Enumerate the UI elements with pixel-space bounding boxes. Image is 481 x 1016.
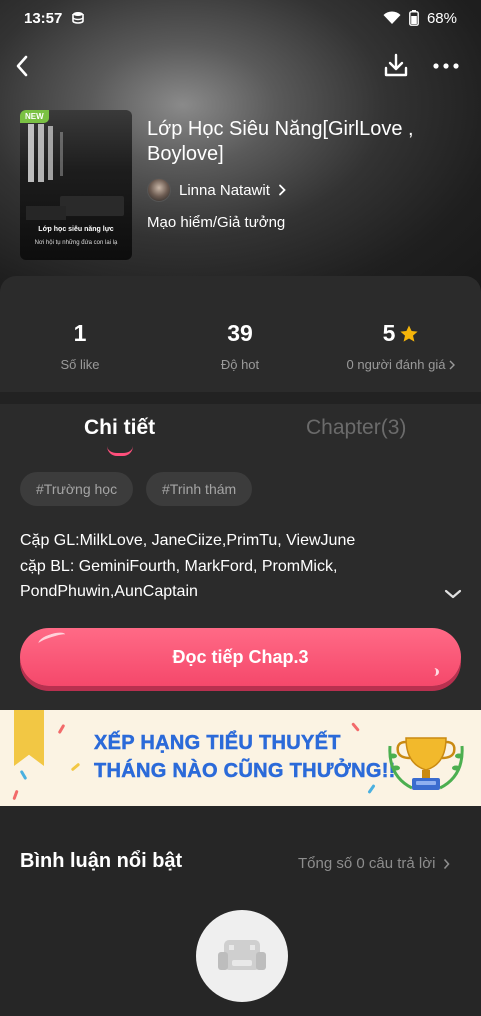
banner-line-2: THÁNG NÀO CŨNG THƯỞNG!! — [94, 760, 396, 783]
database-icon — [72, 12, 85, 24]
continue-reading-button[interactable]: Đọc tiếp Chap.3 — [20, 628, 461, 686]
chevron-down-icon — [444, 589, 462, 599]
chevron-left-icon — [16, 55, 28, 77]
cover-subtitle: Nơi hội tụ những đứa con lai lạ — [34, 240, 118, 246]
rating-stat[interactable]: 5 0 người đánh giá — [336, 320, 466, 372]
star-icon — [400, 325, 418, 342]
empty-comments-illustration — [196, 910, 288, 1002]
rating-value-wrap: 5 — [336, 320, 466, 347]
status-bar: 13:57 68% — [0, 0, 481, 36]
top-bar — [0, 44, 481, 88]
hot-stat: 39 Độ hot — [200, 320, 280, 372]
confetti-decoration — [70, 762, 81, 772]
tag-school[interactable]: #Trường học — [20, 472, 134, 506]
wifi-icon — [383, 11, 401, 24]
confetti-decoration — [367, 784, 376, 794]
like-label: Số like — [60, 357, 100, 372]
hot-count: 39 — [227, 320, 253, 346]
description: Cặp GL:MilkLove, JaneCiize,PrimTu, ViewJ… — [20, 528, 460, 605]
ranking-banner[interactable]: XẾP HẠNG TIỂU THUYẾT THÁNG NÀO CŨNG THƯỞ… — [0, 710, 481, 806]
author-name: Linna Natawit — [179, 181, 270, 199]
tab-detail[interactable]: Chi tiết — [84, 416, 155, 440]
rating-label: 0 người đánh giá — [346, 357, 446, 372]
tab-bar: Chi tiết Chapter(3) — [0, 404, 481, 464]
expand-description-button[interactable] — [440, 582, 466, 606]
author-link[interactable]: Linna Natawit — [147, 178, 286, 202]
chevron-right-icon — [449, 360, 456, 369]
description-line: PondPhuwin,AunCaptain — [20, 583, 198, 600]
bookmark-ribbon-icon — [14, 710, 44, 766]
comments-count-link[interactable]: Tổng số 0 câu trả lời — [298, 855, 450, 872]
more-options-button[interactable] — [426, 48, 466, 84]
stats-row: 1 Số like 39 Độ hot 5 0 người đánh giá — [0, 276, 481, 392]
more-dots-icon — [433, 63, 459, 69]
button-highlight — [37, 629, 67, 649]
author-avatar — [147, 178, 171, 202]
rating-value: 5 — [382, 320, 396, 346]
confetti-decoration — [19, 769, 28, 781]
book-cover[interactable]: NEW Lớp học siêu năng lực Nơi hội tụ nhữ… — [20, 110, 132, 260]
battery-icon — [409, 10, 419, 26]
comments-title: Bình luận nổi bật — [20, 850, 183, 872]
rating-label-wrap: 0 người đánh giá — [336, 357, 466, 372]
like-count: 1 — [73, 320, 87, 346]
download-button[interactable] — [378, 48, 414, 84]
cover-art — [28, 124, 34, 182]
tab-chapter[interactable]: Chapter(3) — [306, 416, 406, 440]
cover-art — [60, 196, 124, 216]
new-badge: NEW — [20, 110, 49, 123]
download-icon — [384, 53, 408, 77]
button-highlight — [429, 668, 439, 676]
book-title: Lớp Học Siêu Năng[GirlLove , Boylove] — [147, 118, 414, 165]
confetti-decoration — [12, 789, 19, 801]
book-genre: Mạo hiểm/Giả tưởng — [147, 214, 286, 231]
confetti-decoration — [351, 722, 360, 732]
banner-line-1: XẾP HẠNG TIỂU THUYẾT — [94, 732, 341, 755]
like-stat: 1 Số like — [40, 320, 120, 372]
chevron-right-icon — [278, 184, 286, 196]
cover-art — [48, 126, 53, 180]
tab-indicator — [107, 446, 133, 456]
comments-count: Tổng số 0 câu trả lời — [298, 855, 436, 872]
description-line: cặp BL: GeminiFourth, MarkFord, PromMick… — [20, 557, 338, 575]
cover-title: Lớp học siêu năng lực — [38, 226, 114, 233]
battery-level: 68% — [426, 9, 457, 27]
tag-detective[interactable]: #Trinh thám — [146, 472, 253, 506]
confetti-decoration — [57, 723, 66, 735]
empty-box-icon — [218, 940, 266, 970]
hot-label: Độ hot — [220, 357, 260, 372]
trophy-icon — [388, 737, 464, 790]
description-line: Cặp GL:MilkLove, JaneCiize,PrimTu, ViewJ… — [20, 532, 356, 549]
chevron-right-icon — [444, 858, 450, 869]
cover-art — [26, 206, 66, 220]
divider — [0, 392, 481, 404]
back-button[interactable] — [6, 50, 38, 82]
clock: 13:57 — [24, 9, 63, 27]
cover-art — [38, 124, 44, 182]
cover-art — [60, 132, 63, 176]
continue-reading-label: Đọc tiếp Chap.3 — [172, 646, 309, 667]
